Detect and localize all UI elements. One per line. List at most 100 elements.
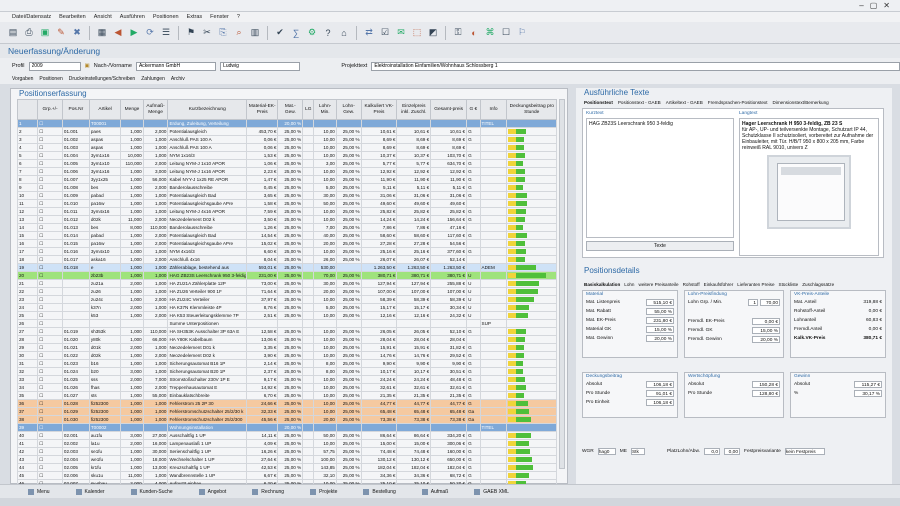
mat-gk-field[interactable]: 15,00 %: [646, 326, 674, 333]
row-checkbox[interactable]: ☐: [37, 223, 63, 232]
column-header-9[interactable]: LG: [302, 99, 315, 120]
table-row[interactable]: 20 ☐ zb23b 1,000 1,000 HAG ZB23S Leerschrank …: [16, 271, 557, 280]
texte-button[interactable]: Texte: [586, 241, 734, 251]
toolbar-icon-8-icon[interactable]: ⟳: [143, 26, 157, 40]
menu-item-5[interactable]: Extras: [187, 14, 203, 20]
row-checkbox[interactable]: ☐: [37, 335, 63, 344]
column-header-2[interactable]: Pos.Nr: [61, 99, 90, 120]
platz-field-2[interactable]: 0,00: [724, 448, 741, 455]
lohn-grp-field[interactable]: 1: [748, 299, 758, 306]
table-row[interactable]: 27 ☐ 01.019 sh353k 1,000 110,000 HA SH353K Aus…: [16, 327, 557, 336]
w-absolut-field[interactable]: 150,28 €: [752, 381, 780, 388]
bottom-button-8[interactable]: GAEB XML: [474, 488, 509, 495]
column-header-1[interactable]: Grp.+/-: [37, 99, 63, 120]
mat-ek-field[interactable]: 231,80 €: [646, 317, 674, 324]
table-row[interactable]: 30 ☐ 01.022 d02k 1,000 2,000 Neozedelement D02…: [16, 351, 557, 360]
table-row[interactable]: 2 ☐ 01.001 paes 1,000 2,000 Potentialausgleich…: [16, 127, 557, 136]
row-checkbox[interactable]: ☐: [37, 167, 63, 176]
details-tab-3[interactable]: Rohstoff: [683, 282, 700, 287]
tab-4[interactable]: Archiv: [171, 76, 185, 82]
kurztext-field[interactable]: HAG ZB23S Leerschrank 950 3-feldig: [586, 118, 734, 238]
column-header-3[interactable]: Artikel: [88, 99, 122, 120]
table-row[interactable]: 10 ☐ 01.009 pabad 1,000 1,000 Potentialausglei…: [16, 191, 557, 200]
text-tab-0[interactable]: Positionstext: [584, 100, 613, 105]
toolbar-icon-26-icon[interactable]: ◐: [467, 26, 481, 40]
table-row[interactable]: 40 ☐ 02.001 au1fu 3,000 27,000 Ausschaltfig 1 …: [16, 431, 557, 440]
column-header-5[interactable]: Aufmaß-Menge: [142, 99, 169, 120]
table-row[interactable]: 7 ☐ 01.006 3ym1x16 1,000 3,000 Leitung NYM-J 1…: [16, 167, 557, 176]
row-checkbox[interactable]: ☐: [37, 471, 63, 480]
row-checkbox[interactable]: ☐: [37, 319, 63, 328]
festpreis-select[interactable]: kein Festpreis: [784, 448, 825, 455]
toolbar-icon-18-icon[interactable]: ?: [321, 26, 335, 40]
menu-item-6[interactable]: Fenster: [210, 14, 229, 20]
menu-item-2[interactable]: Ansicht: [94, 14, 112, 20]
row-checkbox[interactable]: ☐: [37, 287, 63, 296]
column-header-14[interactable]: Gesamt-preis: [430, 99, 468, 120]
table-row[interactable]: 22 ☐ zu26 1,000 1,000 HA ZU26 Verteiler 900 1…: [16, 287, 557, 296]
table-row[interactable]: 18 ☐ 01.017 aska16 1,000 2,000 Anschluß 4x16 8,…: [16, 255, 557, 264]
table-row[interactable]: 16 ☐ 01.015 pa16w 1,000 2,000 Potentialausglei…: [16, 239, 557, 248]
mat-listen-field[interactable]: 515,10 €: [646, 299, 674, 306]
wgr-field[interactable]: hag0: [597, 448, 616, 455]
row-checkbox[interactable]: ☐: [37, 415, 63, 424]
table-row[interactable]: 42 ☐ 02.003 se1fu 1,000 30,000 Serienschaltfig…: [16, 447, 557, 456]
column-header-11[interactable]: Lohn-Gew.: [335, 99, 362, 120]
row-checkbox[interactable]: ☐: [37, 151, 63, 160]
details-tab-1[interactable]: Lohn: [624, 282, 634, 287]
row-checkbox[interactable]: ☐: [37, 383, 63, 392]
text-tab-1[interactable]: Positionstext - GAEB: [618, 100, 661, 105]
db-stunde-field[interactable]: 91,01 €: [646, 390, 674, 397]
nachname-input[interactable]: [135, 61, 217, 71]
row-checkbox[interactable]: ☐: [37, 327, 63, 336]
toolbar-icon-29-icon[interactable]: ⚐: [515, 26, 529, 40]
bottom-button-5[interactable]: Projekte: [310, 488, 337, 495]
table-row[interactable]: 19 ☐ 01.018 e 1,000 1,000 Zählerablage, besteh…: [16, 263, 557, 272]
toolbar-icon-23-icon[interactable]: ⬚: [410, 26, 424, 40]
text-tab-4[interactable]: Dimensionstext/Bemerkung: [773, 100, 829, 105]
row-checkbox[interactable]: ☐: [37, 127, 63, 136]
column-header-7[interactable]: Material-EK-Preis: [246, 99, 279, 120]
table-row[interactable]: 45 ☐ 02.006 sku1u 11,000 1,000 Wandbrennstelle…: [16, 471, 557, 480]
column-header-0[interactable]: [16, 99, 39, 120]
row-checkbox[interactable]: ☐: [37, 303, 63, 312]
table-scrollbar[interactable]: [559, 99, 565, 469]
toolbar-icon-4-icon[interactable]: ✖: [70, 26, 84, 40]
langtext-field[interactable]: Hager Leerschrank H 950 3-feldig, ZB 23 …: [739, 118, 879, 256]
toolbar-icon-14-icon[interactable]: ▥: [248, 26, 262, 40]
column-header-12[interactable]: Kalkuliert VK-Preis: [360, 99, 398, 120]
table-row[interactable]: 26 ☐ Summe Unterpositionen SUP: [16, 319, 557, 328]
row-checkbox[interactable]: ☐: [37, 263, 63, 272]
table-row[interactable]: 23 ☐ zu24c 1,000 2,000 HA ZU24C Verteiler 37,9…: [16, 295, 557, 304]
table-row[interactable]: 34 ☐ 01.026 fhas 1,000 2,000 Treppenhausautoma…: [16, 383, 557, 392]
table-row[interactable]: 13 ☐ 01.012 d02k 11,000 2,000 Neozedelement D0…: [16, 215, 557, 224]
toolbar-icon-3-icon[interactable]: ✎: [54, 26, 68, 40]
table-row[interactable]: 43 ☐ 02.004 we1fu 1,000 18,000 Wechselschalter…: [16, 455, 557, 464]
bottom-button-7[interactable]: Aufmaß: [421, 488, 448, 495]
toolbar-icon-1-icon[interactable]: ⎙: [22, 26, 36, 40]
mat-gewinn-field[interactable]: 20,00 %: [646, 335, 674, 342]
row-checkbox[interactable]: ☐: [37, 143, 63, 152]
toolbar-icon-10-icon[interactable]: ⚑: [184, 26, 198, 40]
table-row[interactable]: 41 ☐ 02.002 la1u 2,000 16,000 Lampenauslaß 1 U…: [16, 439, 557, 448]
table-row[interactable]: 36 ☐ 01.028 fi252300 1,000 1,000 Fehlerstrom 2…: [16, 399, 557, 408]
mat-rabatt-field[interactable]: 55,00 %: [646, 308, 674, 315]
row-checkbox[interactable]: ☐: [37, 159, 63, 168]
toolbar-icon-13-icon[interactable]: ⌕: [232, 26, 246, 40]
row-checkbox[interactable]: ☐: [37, 119, 63, 128]
menu-item-0[interactable]: Datei/Datensatz: [12, 14, 51, 20]
details-tab-5[interactable]: Lieferanten Preise: [737, 282, 774, 287]
projekt-input[interactable]: [371, 61, 900, 71]
row-checkbox[interactable]: ☐: [37, 255, 63, 264]
toolbar-icon-28-icon[interactable]: ☐: [499, 26, 513, 40]
toolbar-icon-0-icon[interactable]: ▤: [6, 26, 20, 40]
row-checkbox[interactable]: ☐: [37, 279, 63, 288]
row-checkbox[interactable]: ☐: [37, 399, 63, 408]
row-checkbox[interactable]: ☐: [37, 455, 63, 464]
table-row[interactable]: 11 ☐ 01.010 pa16w 1,000 1,000 Potentialausglei…: [16, 199, 557, 208]
toolbar-icon-7-icon[interactable]: ▶: [127, 26, 141, 40]
row-checkbox[interactable]: ☐: [37, 447, 63, 456]
column-header-8[interactable]: Mat.-Gew.: [277, 99, 304, 120]
row-checkbox[interactable]: ☐: [37, 407, 63, 416]
toolbar-icon-21-icon[interactable]: ☑: [378, 26, 392, 40]
